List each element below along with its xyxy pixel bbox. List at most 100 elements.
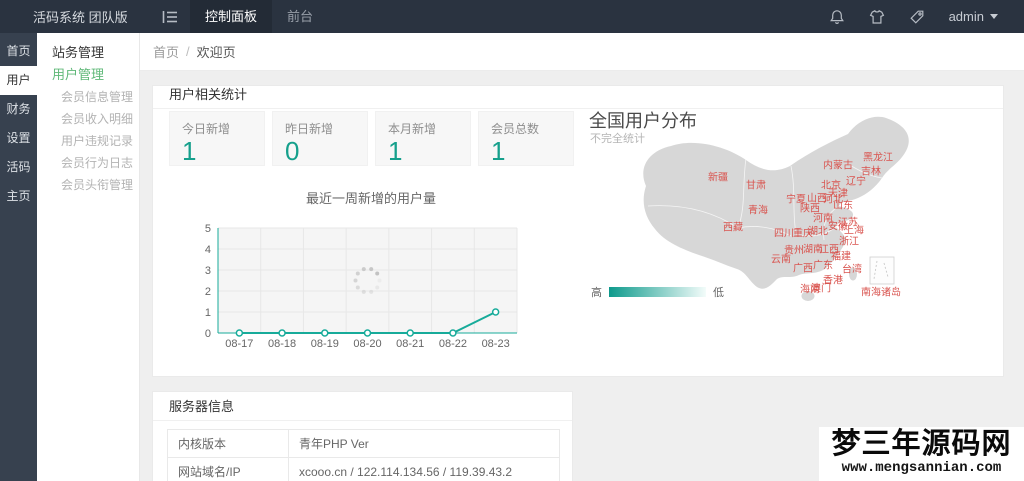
loading-spinner-dot [375, 285, 380, 290]
legend-gradient-bar [609, 287, 706, 297]
user-stats-panel: 用户相关统计 今日新增 1 昨日新增 0 本月新增 1 会员总数 1 最近一周新增的用户量 0 1… [152, 85, 1004, 377]
loading-spinner-dot [355, 271, 360, 276]
sidebar-toggle-icon[interactable] [162, 10, 178, 24]
province-label: 广西 [793, 263, 813, 275]
stat-card-label: 昨日新增 [285, 122, 334, 136]
legend-high-label: 高 [591, 287, 602, 299]
navbar-right: admin [829, 9, 1024, 25]
x-tick-label: 08-18 [268, 338, 296, 350]
loading-spinner-dot [361, 289, 366, 294]
sidebar-item[interactable]: 用户 [0, 66, 37, 95]
loading-spinner-dot [355, 285, 360, 290]
row-label: 网站域名/IP [167, 457, 289, 481]
china-map-shape [643, 116, 909, 301]
username: admin [948, 9, 984, 24]
loading-spinner-dot [375, 271, 380, 276]
y-tick-label: 2 [205, 286, 211, 298]
south-china-sea-inset [869, 256, 895, 285]
row-value: 青年PHP Ver [288, 429, 560, 458]
x-tick-label: 08-19 [311, 338, 339, 350]
app: 活码系统 团队版 控制面板 前台 admin 首页 用户 财务 设置 活码 主页… [0, 0, 1024, 481]
brand-title: 活码系统 团队版 [33, 10, 128, 25]
row-value: xcooo.cn / 122.114.134.56 / 119.39.43.2 [288, 457, 560, 481]
breadcrumb-separator: / [186, 44, 190, 59]
province-label: 四川 [774, 228, 794, 240]
loading-spinner-dot [353, 278, 358, 283]
submenu-item[interactable]: 用户管理 [37, 64, 139, 86]
submenu-item[interactable]: 会员信息管理 [37, 86, 139, 108]
x-tick-label: 08-22 [439, 338, 467, 350]
province-label: 南海诸岛 [861, 287, 901, 299]
province-label: 重庆 [793, 228, 813, 240]
server-panel-title: 服务器信息 [153, 392, 572, 421]
submenu-item[interactable]: 会员行为日志 [37, 152, 139, 174]
main-content: 首页 / 欢迎页 用户相关统计 今日新增 1 昨日新增 0 本月新增 1 会员总数 1 最近一周新… [140, 33, 1024, 481]
sidebar-item[interactable]: 活码 [0, 153, 37, 182]
user-dropdown[interactable]: admin [949, 9, 998, 24]
y-tick-label: 1 [205, 307, 211, 319]
province-label: 内蒙古 [823, 160, 853, 172]
stat-cards: 今日新增 1 昨日新增 0 本月新增 1 会员总数 1 [169, 111, 574, 166]
weekly-users-chart: 最近一周新增的用户量 0 1 2 3 4 5 08-17 08-18 08-19 08-20 08-2… [205, 191, 518, 350]
province-label: 海南 [800, 284, 820, 296]
submenu-item[interactable]: 会员收入明细 [37, 108, 139, 130]
map-legend: 高 低 [591, 284, 724, 300]
x-tick-label: 08-23 [482, 338, 510, 350]
server-info-table: 内核版本 青年PHP Ver 网站域名/IP xcooo.cn / 122.114.1… [167, 429, 560, 481]
province-label: 黑龙江 [863, 152, 893, 164]
loading-spinner-dot [361, 267, 366, 272]
x-tick-label: 08-21 [396, 338, 424, 350]
primary-sidebar: 首页 用户 财务 设置 活码 主页 [0, 33, 37, 481]
watermark: 梦三年源码网 www.mengsannian.com [819, 427, 1024, 481]
loading-spinner-dot [369, 289, 374, 294]
loading-spinner-dot [369, 267, 374, 272]
sidebar-item[interactable]: 首页 [0, 37, 37, 66]
bell-icon[interactable] [829, 9, 845, 25]
y-tick-label: 4 [205, 244, 211, 256]
sidebar-item[interactable]: 主页 [0, 182, 37, 211]
province-label: 广东 [813, 260, 833, 272]
watermark-url: www.mengsannian.com [841, 460, 1002, 476]
y-tick-label: 0 [205, 328, 211, 340]
stat-card-label: 本月新增 [388, 122, 437, 136]
province-label: 新疆 [708, 172, 728, 184]
y-tick-label: 5 [205, 223, 211, 235]
china-map: 新疆 甘肃 内蒙古 黑龙江 吉林 辽宁 北京 天津 河北 山西 宁夏 山东 陕西 青海 河南 江苏 西藏 安徽 上海… [586, 106, 1006, 336]
stat-card: 会员总数 1 [478, 111, 574, 166]
stat-card-value: 1 [491, 136, 506, 166]
stat-card-label: 今日新增 [182, 122, 231, 136]
breadcrumb-current: 欢迎页 [196, 45, 236, 60]
province-label: 台湾 [842, 264, 862, 276]
stat-card-value: 1 [182, 136, 197, 166]
legend-low-label: 低 [713, 287, 724, 299]
province-label: 山东 [833, 200, 853, 212]
data-point [363, 329, 372, 337]
data-point [491, 308, 500, 316]
data-point [449, 329, 457, 337]
secondary-sidebar: 站务管理 用户管理 会员信息管理 会员收入明细 用户违规记录 会员行为日志 会员头衔管理 [37, 33, 140, 481]
data-point [406, 329, 414, 337]
sidebar-item[interactable]: 设置 [0, 124, 37, 153]
navbar-menu-item[interactable]: 控制面板 [190, 0, 273, 33]
navbar-menu: 控制面板 前台 [190, 0, 328, 33]
submenu-section-title[interactable]: 站务管理 [37, 42, 139, 64]
breadcrumb-link[interactable]: 首页 [153, 42, 179, 61]
table-row: 网站域名/IP xcooo.cn / 122.114.134.56 / 119.3… [167, 457, 560, 481]
stat-card: 今日新增 1 [169, 111, 265, 166]
submenu-item[interactable]: 用户违规记录 [37, 130, 139, 152]
sidebar-item[interactable]: 财务 [0, 95, 37, 124]
tshirt-icon[interactable] [869, 9, 885, 25]
data-point [321, 329, 329, 337]
province-label: 西藏 [723, 222, 743, 234]
submenu-item[interactable]: 会员头衔管理 [37, 174, 139, 196]
row-label: 内核版本 [167, 429, 289, 458]
x-tick-label: 08-20 [353, 338, 381, 350]
submenu-items: 用户管理 会员信息管理 会员收入明细 用户违规记录 会员行为日志 会员头衔管理 [37, 64, 139, 196]
navbar-menu-item[interactable]: 前台 [272, 0, 328, 33]
y-tick-label: 3 [205, 265, 211, 277]
province-label: 浙江 [839, 236, 859, 248]
tag-icon[interactable] [909, 9, 925, 25]
data-point [278, 329, 286, 337]
x-tick-label: 08-17 [225, 338, 253, 350]
province-label: 云南 [771, 254, 791, 266]
